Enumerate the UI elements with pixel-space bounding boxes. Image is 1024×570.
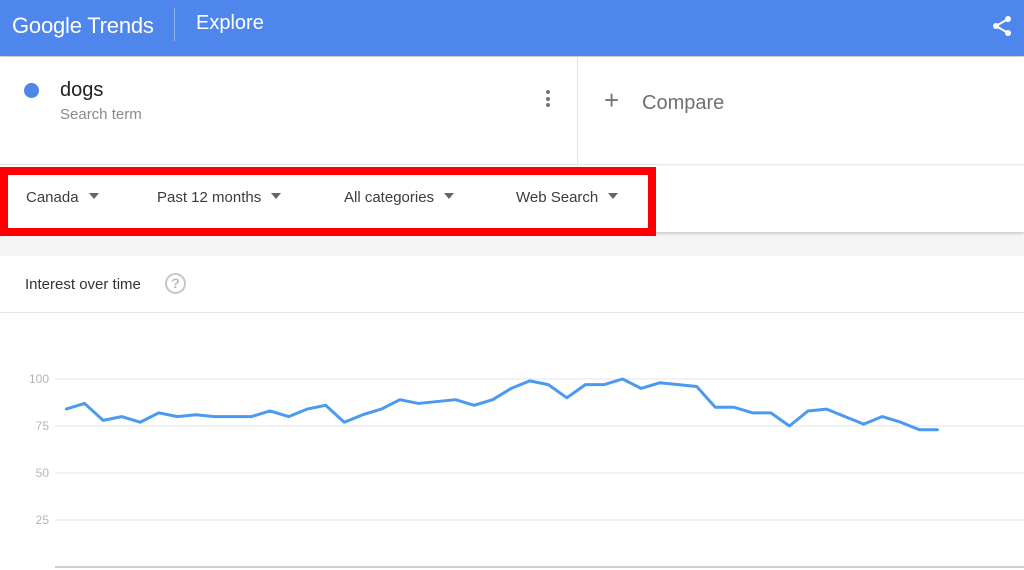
- search-term-name: dogs: [60, 79, 104, 101]
- y-tick-label-75: 75: [36, 419, 50, 433]
- data-point[interactable]: [528, 379, 531, 383]
- filter-search-type[interactable]: Web Search: [516, 189, 619, 206]
- data-point[interactable]: [899, 421, 902, 424]
- filter-search-type-label: Web Search: [516, 189, 599, 206]
- share-icon: [993, 16, 1011, 36]
- page-title: Explore: [196, 12, 264, 34]
- dropdown-arrow-icon: [608, 193, 619, 200]
- data-point[interactable]: [695, 385, 698, 388]
- interest-over-time-card: Interest over time ? 25 50 75 100: [0, 256, 1024, 570]
- data-point[interactable]: [324, 404, 327, 407]
- series-line-dogs[interactable]: [65, 377, 938, 432]
- data-point[interactable]: [268, 409, 272, 413]
- data-point[interactable]: [918, 428, 921, 431]
- data-point[interactable]: [788, 424, 791, 428]
- data-point[interactable]: [676, 383, 680, 386]
- data-point[interactable]: [139, 421, 142, 424]
- data-point[interactable]: [510, 387, 513, 390]
- data-point[interactable]: [658, 381, 661, 384]
- data-point[interactable]: [621, 377, 624, 381]
- share-button[interactable]: [990, 14, 1014, 38]
- filter-region-label: Canada: [26, 189, 79, 206]
- data-point[interactable]: [843, 415, 847, 418]
- filter-bar: Canada Past 12 months All categories Web…: [0, 166, 1024, 232]
- data-point[interactable]: [361, 413, 364, 416]
- data-point[interactable]: [454, 398, 457, 401]
- search-term-type: Search term: [60, 106, 142, 123]
- y-tick-label-50: 50: [36, 466, 50, 480]
- plus-icon: +: [604, 85, 620, 115]
- data-point[interactable]: [881, 415, 884, 418]
- header-divider: [174, 8, 175, 41]
- y-tick-label-25: 25: [36, 513, 50, 527]
- data-point[interactable]: [732, 406, 735, 409]
- data-point[interactable]: [769, 411, 773, 415]
- dropdown-arrow-icon: [88, 193, 99, 200]
- data-point[interactable]: [584, 383, 587, 386]
- data-point[interactable]: [343, 421, 346, 424]
- more-vert-icon: [540, 90, 556, 107]
- search-term-card[interactable]: dogs Search term: [0, 57, 578, 165]
- data-point[interactable]: [751, 411, 754, 415]
- data-point[interactable]: [602, 383, 606, 386]
- data-point[interactable]: [936, 428, 940, 431]
- google-trends-logo[interactable]: Google Trends: [12, 13, 154, 39]
- line-chart: 25 50 75 100: [29, 372, 1024, 568]
- data-point[interactable]: [472, 404, 476, 407]
- data-point[interactable]: [250, 415, 253, 418]
- data-point[interactable]: [435, 400, 439, 403]
- dropdown-arrow-icon: [444, 193, 455, 200]
- dropdown-arrow-icon: [271, 193, 282, 200]
- filter-time-range[interactable]: Past 12 months: [157, 189, 282, 206]
- term-color-dot: [24, 83, 39, 98]
- filter-time-label: Past 12 months: [157, 189, 262, 206]
- data-point[interactable]: [398, 398, 402, 401]
- filter-region[interactable]: Canada: [26, 189, 99, 206]
- data-point[interactable]: [231, 415, 235, 418]
- data-point[interactable]: [565, 396, 569, 399]
- data-point[interactable]: [120, 415, 123, 418]
- data-point[interactable]: [862, 422, 865, 426]
- filter-category-label: All categories: [344, 189, 435, 206]
- data-point[interactable]: [157, 411, 160, 415]
- data-point[interactable]: [64, 407, 68, 411]
- compare-label: Compare: [642, 92, 725, 114]
- data-point[interactable]: [639, 387, 643, 390]
- data-point[interactable]: [547, 383, 550, 386]
- y-tick-label-100: 100: [29, 372, 49, 386]
- data-point[interactable]: [194, 413, 198, 416]
- more-options-button[interactable]: [540, 90, 556, 112]
- data-point[interactable]: [491, 398, 494, 401]
- top-app-bar: Google Trends Explore: [0, 0, 1024, 56]
- data-point[interactable]: [213, 415, 216, 418]
- data-point[interactable]: [825, 407, 828, 411]
- data-point[interactable]: [380, 407, 383, 411]
- data-point[interactable]: [176, 415, 179, 418]
- data-point[interactable]: [287, 415, 290, 418]
- compare-button[interactable]: + Compare: [578, 57, 1024, 165]
- data-point[interactable]: [417, 402, 420, 405]
- data-point[interactable]: [714, 406, 717, 409]
- data-point[interactable]: [83, 402, 86, 405]
- search-terms-row: dogs Search term + Compare: [0, 57, 1024, 165]
- data-point[interactable]: [101, 419, 105, 422]
- data-point[interactable]: [305, 407, 309, 411]
- data-point[interactable]: [806, 409, 810, 413]
- filter-category[interactable]: All categories: [344, 189, 455, 206]
